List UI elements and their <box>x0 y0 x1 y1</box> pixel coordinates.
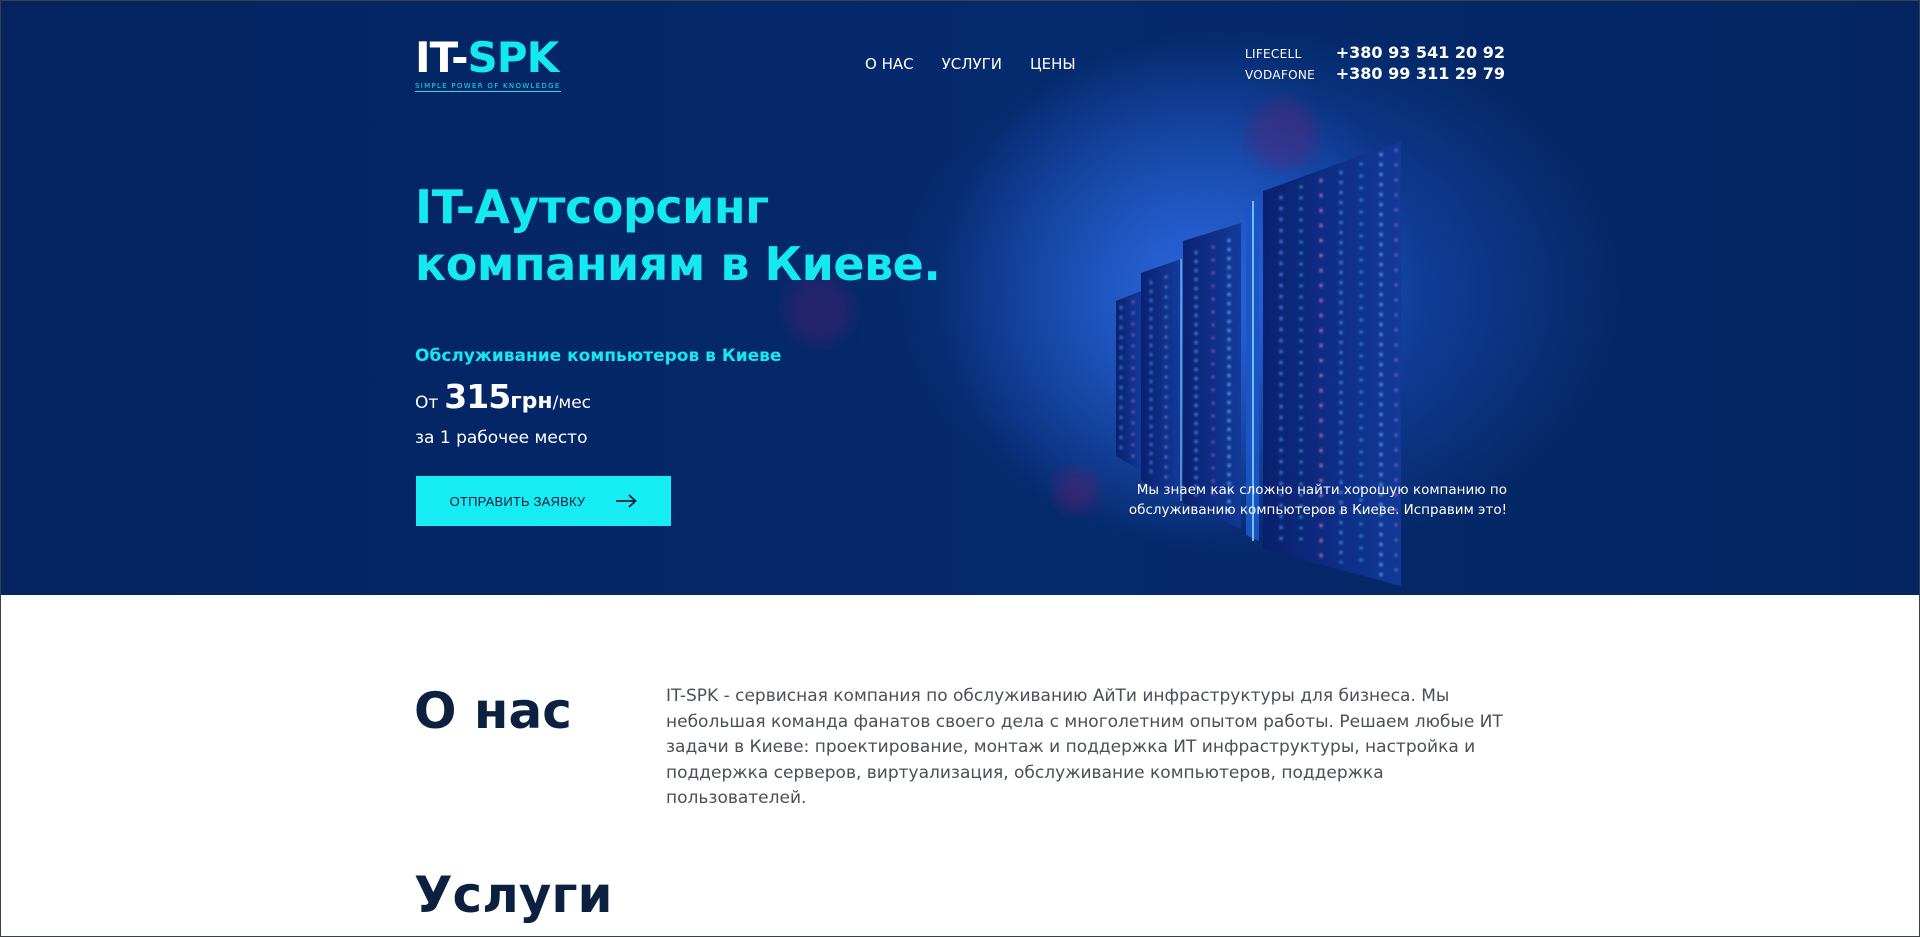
headline-line-1: IT-Аутсорсинг <box>415 180 769 234</box>
arrow-right-icon <box>616 494 638 508</box>
logo-wordmark: IT-SPK <box>415 37 561 79</box>
server-rack-illustration <box>785 41 1421 586</box>
logo[interactable]: IT-SPK SIMPLE POWER OF KNOWLEDGE <box>415 37 561 92</box>
price-from: От <box>415 393 439 413</box>
hero-subtitle: Обслуживание компьютеров в Киеве <box>415 346 782 366</box>
carrier-label: LIFECELL <box>1245 47 1302 61</box>
price-currency: грн <box>510 389 553 414</box>
send-request-label: ОТПРАВИТЬ ЗАЯВКУ <box>449 493 586 509</box>
logo-tagline: SIMPLE POWER OF KNOWLEDGE <box>415 82 561 92</box>
about-description: IT-SPK - сервисная компания по обслужива… <box>666 686 1503 808</box>
send-request-button[interactable]: ОТПРАВИТЬ ЗАЯВКУ <box>416 476 671 526</box>
price-line: От 315 грн /мес <box>415 377 591 416</box>
price-period: /мес <box>552 393 591 413</box>
nav-link-services[interactable]: УСЛУГИ <box>942 55 1002 73</box>
nav-link-prices[interactable]: ЦЕНЫ <box>1030 55 1076 73</box>
headline-line-2: компаниям в Киеве. <box>415 237 941 291</box>
price-unit-note: за 1 рабочее место <box>415 428 588 448</box>
about-heading: О нас <box>414 682 572 740</box>
nav-link-about[interactable]: О НАС <box>865 55 914 73</box>
phone-row-lifecell: LIFECELL +380 93 541 20 92 <box>1245 43 1505 62</box>
hero-section: IT-SPK SIMPLE POWER OF KNOWLEDGE О НАС У… <box>1 1 1919 595</box>
logo-spk: SPK <box>467 33 560 82</box>
phone-row-vodafone: VODAFONE +380 99 311 29 79 <box>1245 64 1505 83</box>
phone-number-link[interactable]: +380 99 311 29 79 <box>1336 64 1505 83</box>
main-nav: О НАС УСЛУГИ ЦЕНЫ <box>865 55 1076 73</box>
services-heading: Услуги <box>414 866 613 924</box>
price-value: 315 <box>444 377 511 416</box>
phone-number-link[interactable]: +380 93 541 20 92 <box>1336 43 1505 62</box>
carrier-label: VODAFONE <box>1245 68 1315 82</box>
logo-it: IT- <box>415 33 469 82</box>
hero-headline: IT-Аутсорсинг компаниям в Киеве. <box>415 179 1035 293</box>
hero-tagline: Мы знаем как сложно найти хорошую компан… <box>1128 482 1507 518</box>
phone-contacts: LIFECELL +380 93 541 20 92 VODAFONE +380… <box>1245 43 1505 83</box>
